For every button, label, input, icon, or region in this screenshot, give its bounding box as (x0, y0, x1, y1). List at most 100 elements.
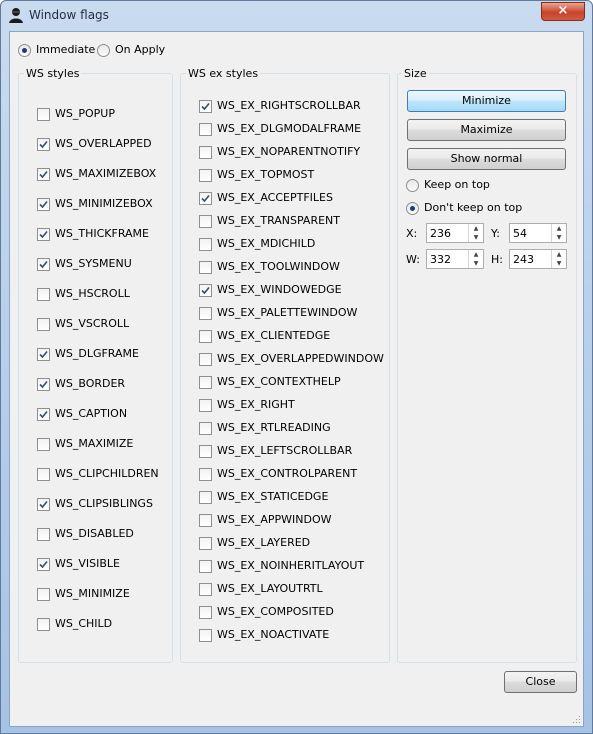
ws-style-label[interactable]: WS_VSCROLL (55, 317, 129, 330)
ws-style-label[interactable]: WS_MINIMIZEBOX (55, 197, 153, 210)
ws-style-label[interactable]: WS_POPUP (55, 107, 115, 120)
title-bar[interactable]: Window flags × (1, 1, 592, 31)
ws-style-checkbox[interactable] (37, 258, 50, 271)
ws-ex-style-label[interactable]: WS_EX_LAYERED (217, 536, 310, 549)
dont-keep-on-top-radio[interactable] (406, 202, 419, 215)
ws-style-label[interactable]: WS_MINIMIZE (55, 587, 130, 600)
ws-style-checkbox[interactable] (37, 558, 50, 571)
ws-style-label[interactable]: WS_DLGFRAME (55, 347, 139, 360)
ws-ex-style-checkbox[interactable] (199, 468, 212, 481)
ws-ex-style-checkbox[interactable] (199, 422, 212, 435)
ws-style-label[interactable]: WS_CHILD (55, 617, 112, 630)
ws-style-label[interactable]: WS_DISABLED (55, 527, 134, 540)
ws-style-checkbox[interactable] (37, 288, 50, 301)
x-spin-arrows[interactable]: ▲ ▼ (468, 224, 483, 242)
spin-up-icon[interactable]: ▲ (469, 250, 483, 259)
ws-ex-style-label[interactable]: WS_EX_PALETTEWINDOW (217, 306, 357, 319)
ws-ex-style-label[interactable]: WS_EX_RIGHTSCROLLBAR (217, 99, 361, 112)
spin-up-icon[interactable]: ▲ (552, 224, 566, 233)
ws-ex-style-label[interactable]: WS_EX_CLIENTEDGE (217, 329, 330, 342)
ws-style-checkbox[interactable] (37, 498, 50, 511)
h-spin-arrows[interactable]: ▲ ▼ (551, 250, 566, 268)
ws-ex-style-label[interactable]: WS_EX_CONTROLPARENT (217, 467, 357, 480)
ws-style-checkbox[interactable] (37, 138, 50, 151)
w-spin-arrows[interactable]: ▲ ▼ (468, 250, 483, 268)
ws-style-label[interactable]: WS_CLIPSIBLINGS (55, 497, 153, 510)
ws-ex-style-label[interactable]: WS_EX_WINDOWEDGE (217, 283, 342, 296)
ws-style-checkbox[interactable] (37, 528, 50, 541)
spin-up-icon[interactable]: ▲ (469, 224, 483, 233)
ws-ex-style-label[interactable]: WS_EX_RTLREADING (217, 421, 331, 434)
ws-ex-style-checkbox[interactable] (199, 330, 212, 343)
ws-ex-style-checkbox[interactable] (199, 514, 212, 527)
w-spinbox[interactable]: 332 ▲ ▼ (426, 249, 484, 269)
ws-style-label[interactable]: WS_MAXIMIZE (55, 437, 133, 450)
ws-ex-style-checkbox[interactable] (199, 100, 212, 113)
ws-ex-style-label[interactable]: WS_EX_TRANSPARENT (217, 214, 340, 227)
ws-ex-style-label[interactable]: WS_EX_STATICEDGE (217, 490, 328, 503)
ws-ex-style-checkbox[interactable] (199, 376, 212, 389)
ws-style-checkbox[interactable] (37, 438, 50, 451)
ws-ex-style-checkbox[interactable] (199, 146, 212, 159)
ws-ex-style-label[interactable]: WS_EX_CONTEXTHELP (217, 375, 341, 388)
ws-style-checkbox[interactable] (37, 108, 50, 121)
ws-ex-style-label[interactable]: WS_EX_APPWINDOW (217, 513, 332, 526)
ws-style-checkbox[interactable] (37, 588, 50, 601)
minimize-button[interactable]: Minimize (407, 90, 566, 112)
ws-style-label[interactable]: WS_MAXIMIZEBOX (55, 167, 156, 180)
ws-ex-style-checkbox[interactable] (199, 307, 212, 320)
ws-ex-style-checkbox[interactable] (199, 215, 212, 228)
spin-down-icon[interactable]: ▼ (552, 233, 566, 242)
ws-ex-style-label[interactable]: WS_EX_MDICHILD (217, 237, 315, 250)
ws-ex-style-checkbox[interactable] (199, 560, 212, 573)
spin-down-icon[interactable]: ▼ (469, 233, 483, 242)
ws-ex-style-label[interactable]: WS_EX_ACCEPTFILES (217, 191, 333, 204)
ws-style-label[interactable]: WS_BORDER (55, 377, 125, 390)
ws-ex-style-checkbox[interactable] (199, 192, 212, 205)
immediate-label[interactable]: Immediate (36, 43, 95, 56)
ws-ex-style-checkbox[interactable] (199, 169, 212, 182)
ws-ex-style-label[interactable]: WS_EX_TOOLWINDOW (217, 260, 340, 273)
ws-style-label[interactable]: WS_SYSMENU (55, 257, 132, 270)
ws-style-label[interactable]: WS_HSCROLL (55, 287, 130, 300)
ws-ex-style-label[interactable]: WS_EX_OVERLAPPEDWINDOW (217, 352, 384, 365)
on-apply-label[interactable]: On Apply (115, 43, 165, 56)
ws-style-checkbox[interactable] (37, 378, 50, 391)
ws-ex-style-label[interactable]: WS_EX_NOINHERITLAYOUT (217, 559, 364, 572)
spin-down-icon[interactable]: ▼ (552, 259, 566, 268)
ws-ex-style-label[interactable]: WS_EX_TOPMOST (217, 168, 314, 181)
ws-ex-style-label[interactable]: WS_EX_COMPOSITED (217, 605, 334, 618)
ws-ex-style-label[interactable]: WS_EX_LEFTSCROLLBAR (217, 444, 352, 457)
maximize-button[interactable]: Maximize (407, 119, 566, 141)
spin-up-icon[interactable]: ▲ (552, 250, 566, 259)
ws-style-label[interactable]: WS_CLIPCHILDREN (55, 467, 159, 480)
ws-style-label[interactable]: WS_VISIBLE (55, 557, 120, 570)
ws-ex-style-checkbox[interactable] (199, 491, 212, 504)
ws-ex-style-label[interactable]: WS_EX_RIGHT (217, 398, 295, 411)
ws-ex-style-checkbox[interactable] (199, 123, 212, 136)
ws-ex-style-label[interactable]: WS_EX_DLGMODALFRAME (217, 122, 361, 135)
ws-style-checkbox[interactable] (37, 348, 50, 361)
ws-ex-style-checkbox[interactable] (199, 606, 212, 619)
y-spin-arrows[interactable]: ▲ ▼ (551, 224, 566, 242)
ws-style-label[interactable]: WS_OVERLAPPED (55, 137, 152, 150)
ws-ex-style-checkbox[interactable] (199, 399, 212, 412)
resize-grip-icon[interactable] (571, 714, 581, 724)
ws-ex-style-checkbox[interactable] (199, 284, 212, 297)
ws-style-checkbox[interactable] (37, 168, 50, 181)
ws-style-checkbox[interactable] (37, 468, 50, 481)
ws-ex-style-label[interactable]: WS_EX_NOPARENTNOTIFY (217, 145, 360, 158)
ws-style-label[interactable]: WS_CAPTION (55, 407, 127, 420)
immediate-radio[interactable] (18, 44, 31, 57)
y-spinbox[interactable]: 54 ▲ ▼ (509, 223, 567, 243)
keep-on-top-label[interactable]: Keep on top (424, 178, 490, 191)
keep-on-top-radio[interactable] (406, 179, 419, 192)
ws-style-checkbox[interactable] (37, 618, 50, 631)
ws-ex-style-checkbox[interactable] (199, 445, 212, 458)
show-normal-button[interactable]: Show normal (407, 148, 566, 170)
title-close-button[interactable]: × (541, 2, 585, 21)
ws-ex-style-checkbox[interactable] (199, 353, 212, 366)
ws-ex-style-checkbox[interactable] (199, 261, 212, 274)
dont-keep-on-top-label[interactable]: Don't keep on top (424, 201, 522, 214)
ws-ex-style-checkbox[interactable] (199, 238, 212, 251)
